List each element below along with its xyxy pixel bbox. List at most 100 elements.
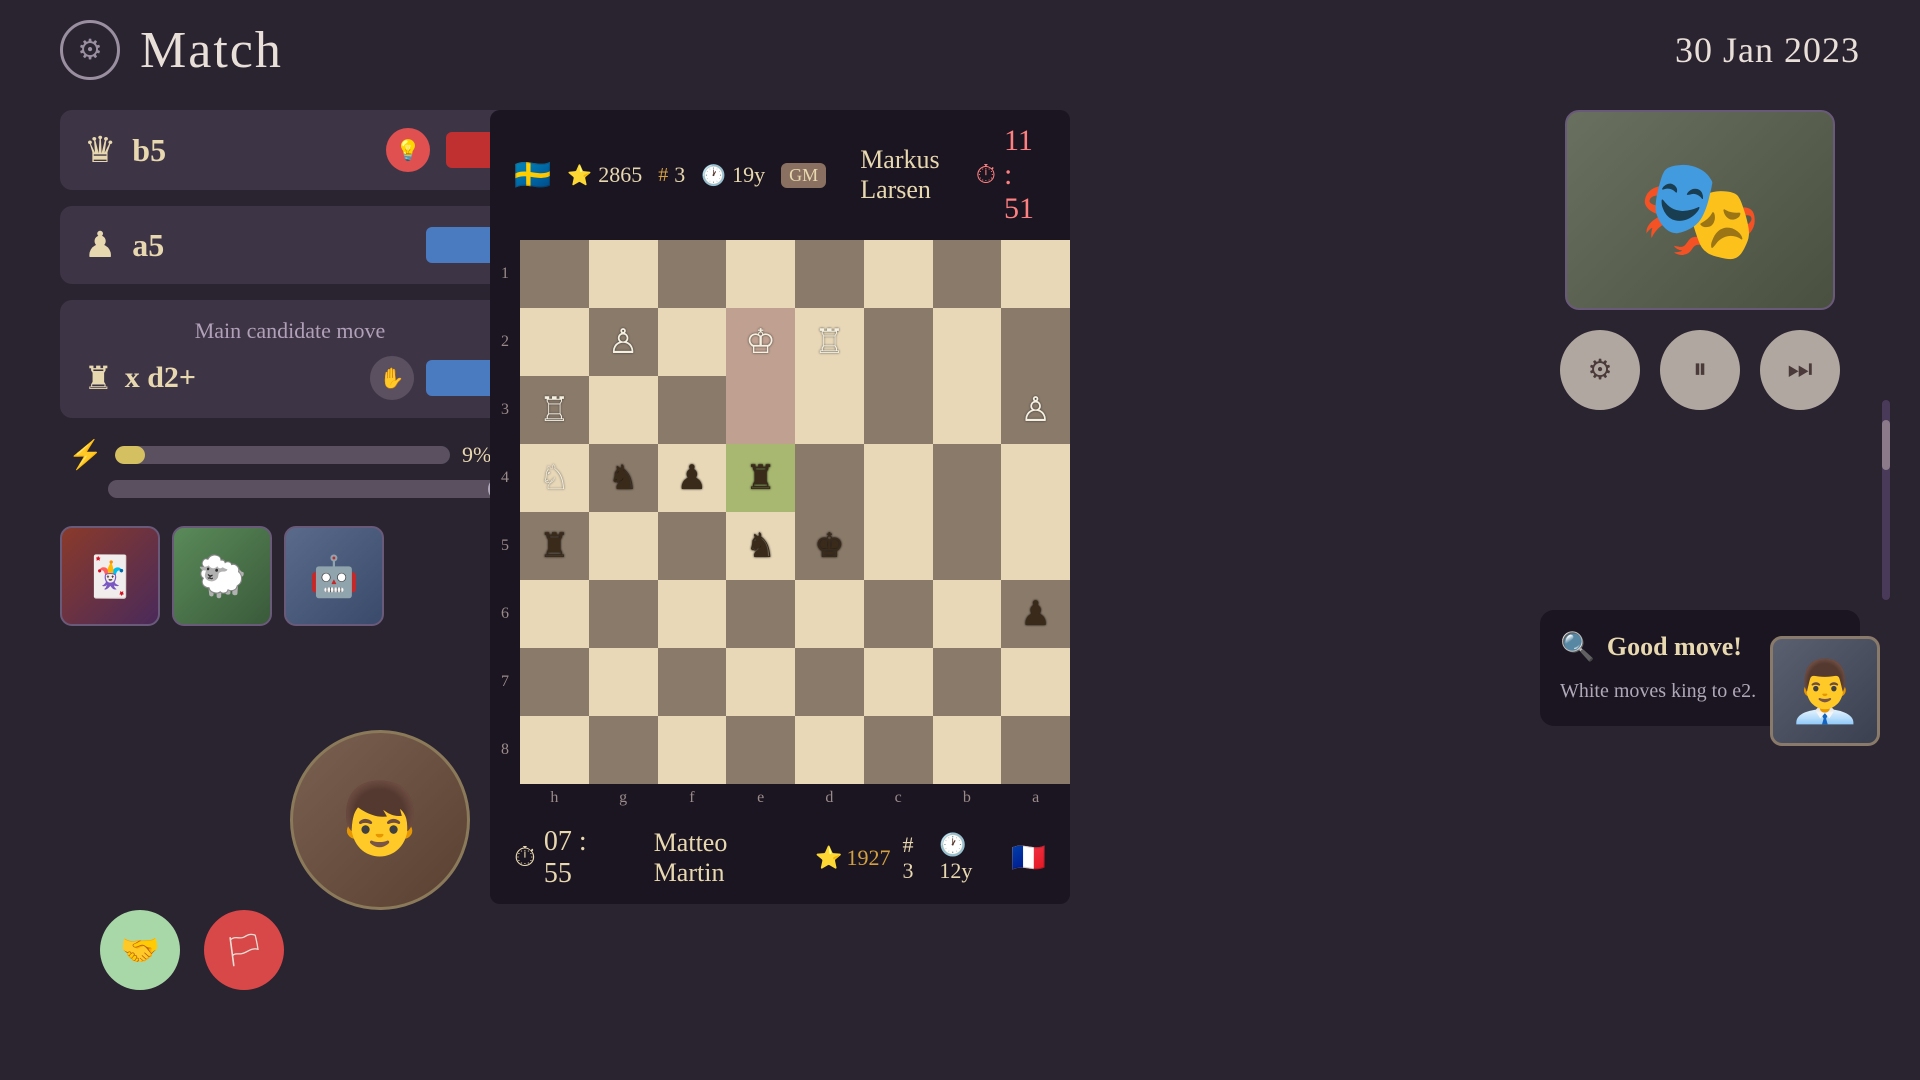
square-h6[interactable] — [520, 580, 589, 648]
square-d2[interactable]: ♖ — [795, 308, 864, 376]
col-label-d: d — [795, 784, 864, 812]
square-d8[interactable] — [795, 716, 864, 784]
queen-piece-icon: ♛ — [84, 129, 116, 171]
pause-ctrl-button[interactable]: ⏸ — [1660, 330, 1740, 410]
chess-grid: ♙ ♔ ♖ ♖ ♙ ♘ ♞ — [520, 240, 1070, 812]
square-c4[interactable] — [864, 444, 933, 512]
square-b4[interactable] — [933, 444, 1002, 512]
black-pawn-a6: ♟ — [1020, 594, 1050, 634]
bulb-button-1[interactable]: 💡 — [386, 128, 430, 172]
square-h3[interactable]: ♖ — [520, 376, 589, 444]
settings-icon[interactable]: ⚙ — [60, 20, 120, 80]
progress-bar-main — [115, 446, 450, 464]
white-king-e2: ♔ — [745, 322, 775, 362]
black-pawn-f4: ♟ — [677, 458, 707, 498]
flag-button[interactable]: 🏳 — [204, 910, 284, 990]
row-labels: 1 2 3 4 5 6 7 8 — [490, 240, 520, 812]
pawn-piece-icon: ♟ — [84, 224, 116, 266]
square-e6[interactable] — [726, 580, 795, 648]
char-card-1-icon: 🃏 — [62, 528, 158, 624]
square-f7[interactable] — [658, 648, 727, 716]
square-h2[interactable] — [520, 308, 589, 376]
square-g2[interactable]: ♙ — [589, 308, 658, 376]
square-f6[interactable] — [658, 580, 727, 648]
square-c7[interactable] — [864, 648, 933, 716]
square-e7[interactable] — [726, 648, 795, 716]
square-e1[interactable] — [726, 240, 795, 308]
square-d3[interactable] — [795, 376, 864, 444]
square-h5[interactable]: ♜ — [520, 512, 589, 580]
square-f2[interactable] — [658, 308, 727, 376]
square-a3[interactable]: ♙ — [1001, 376, 1070, 444]
square-h1[interactable] — [520, 240, 589, 308]
scrollbar-thumb[interactable] — [1882, 420, 1890, 470]
candidate-move-row: ♜ x d2+ ✋ — [84, 356, 496, 400]
square-h4[interactable]: ♘ — [520, 444, 589, 512]
chess-row-6: ♟ — [520, 580, 1070, 648]
square-e8[interactable] — [726, 716, 795, 784]
square-b6[interactable] — [933, 580, 1002, 648]
square-b1[interactable] — [933, 240, 1002, 308]
square-b5[interactable] — [933, 512, 1002, 580]
lightning-icon: ⚡ — [68, 438, 103, 472]
square-a5[interactable] — [1001, 512, 1070, 580]
square-g6[interactable] — [589, 580, 658, 648]
square-f5[interactable] — [658, 512, 727, 580]
square-d6[interactable] — [795, 580, 864, 648]
hand-button[interactable]: ✋ — [370, 356, 414, 400]
char-card-3[interactable]: 🤖 — [284, 526, 384, 626]
handshake-button[interactable]: 🤝 — [100, 910, 180, 990]
square-d7[interactable] — [795, 648, 864, 716]
skip-ctrl-button[interactable]: ⏭ — [1760, 330, 1840, 410]
square-a7[interactable] — [1001, 648, 1070, 716]
white-knight-h4: ♘ — [539, 458, 569, 498]
square-g4[interactable]: ♞ — [589, 444, 658, 512]
square-b7[interactable] — [933, 648, 1002, 716]
square-a2[interactable] — [1001, 308, 1070, 376]
square-f1[interactable] — [658, 240, 727, 308]
square-f4[interactable]: ♟ — [658, 444, 727, 512]
square-b2[interactable] — [933, 308, 1002, 376]
square-e2-highlight[interactable]: ♔ — [726, 308, 795, 376]
square-f3[interactable] — [658, 376, 727, 444]
square-b3[interactable] — [933, 376, 1002, 444]
square-d1[interactable] — [795, 240, 864, 308]
square-b8[interactable] — [933, 716, 1002, 784]
col-label-f: f — [658, 784, 727, 812]
progress-bar-secondary — [108, 480, 512, 498]
move-text-b5: b5 — [132, 132, 370, 169]
square-d5[interactable]: ♚ — [795, 512, 864, 580]
square-e5[interactable]: ♞ — [726, 512, 795, 580]
char-card-2[interactable]: 🐑 — [172, 526, 272, 626]
square-c8[interactable] — [864, 716, 933, 784]
square-c5[interactable] — [864, 512, 933, 580]
settings-ctrl-button[interactable]: ⚙ — [1560, 330, 1640, 410]
square-c2[interactable] — [864, 308, 933, 376]
square-g3[interactable] — [589, 376, 658, 444]
opponent-portrait: 🎭 — [1565, 110, 1835, 310]
square-a1[interactable] — [1001, 240, 1070, 308]
top-player-flag: 🇸🇪 — [514, 158, 551, 193]
square-a8[interactable] — [1001, 716, 1070, 784]
square-a4[interactable] — [1001, 444, 1070, 512]
char-card-1[interactable]: 🃏 — [60, 526, 160, 626]
square-a6[interactable]: ♟ — [1001, 580, 1070, 648]
row-label-5: 5 — [490, 512, 520, 580]
square-g7[interactable] — [589, 648, 658, 716]
square-h7[interactable] — [520, 648, 589, 716]
square-d4[interactable] — [795, 444, 864, 512]
square-c6[interactable] — [864, 580, 933, 648]
square-f8[interactable] — [658, 716, 727, 784]
row-label-corner — [490, 784, 520, 812]
row-label-8: 8 — [490, 716, 520, 784]
progress-area: ⚡ 9% — [60, 438, 520, 498]
square-e4-green[interactable]: ♜ — [726, 444, 795, 512]
control-buttons: ⚙ ⏸ ⏭ — [1560, 330, 1840, 410]
square-c1[interactable] — [864, 240, 933, 308]
square-g1[interactable] — [589, 240, 658, 308]
square-c3[interactable] — [864, 376, 933, 444]
square-g8[interactable] — [589, 716, 658, 784]
square-h8[interactable] — [520, 716, 589, 784]
square-e3-highlight[interactable] — [726, 376, 795, 444]
square-g5[interactable] — [589, 512, 658, 580]
